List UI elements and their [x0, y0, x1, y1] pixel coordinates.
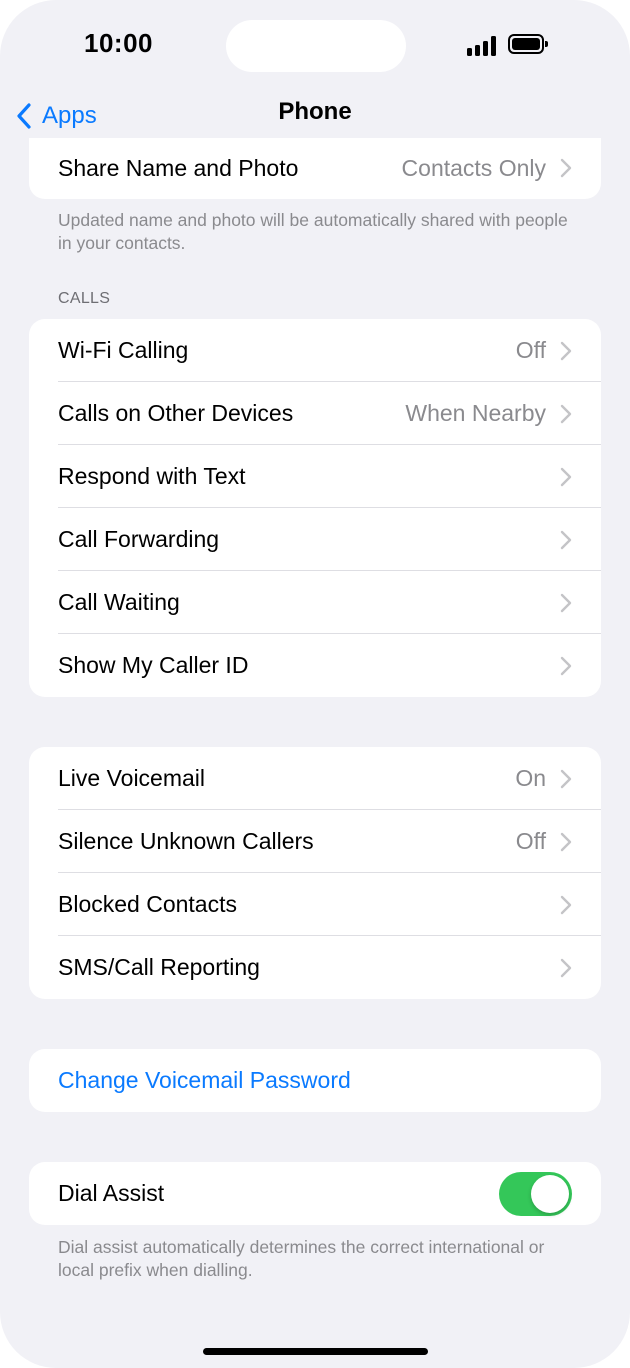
live-voicemail-row[interactable]: Live Voicemail On [29, 747, 601, 810]
blocked-contacts-row[interactable]: Blocked Contacts [29, 873, 601, 936]
silence-unknown-callers-row[interactable]: Silence Unknown Callers Off [29, 810, 601, 873]
home-indicator[interactable] [203, 1348, 428, 1355]
row-value: Off [515, 828, 546, 854]
navigation-bar: Apps Phone [0, 90, 630, 142]
row-value: When Nearby [405, 400, 546, 426]
calls-other-devices-row[interactable]: Calls on Other Devices When Nearby [29, 382, 601, 445]
row-label: Blocked Contacts [58, 891, 237, 917]
chevron-right-icon [560, 895, 572, 915]
chevron-right-icon [560, 467, 572, 487]
sms-call-reporting-row[interactable]: SMS/Call Reporting [29, 936, 601, 999]
chevron-right-icon [560, 958, 572, 978]
status-bar: 10:00 [0, 0, 630, 90]
calls-card: Wi-Fi Calling Off Calls on Other Devices… [29, 319, 601, 697]
share-footnote: Updated name and photo will be automatic… [58, 210, 568, 253]
page-title: Phone [278, 98, 352, 125]
row-label: Call Forwarding [58, 526, 220, 552]
row-label: Dial Assist [58, 1180, 165, 1206]
wifi-calling-row[interactable]: Wi-Fi Calling Off [29, 319, 601, 382]
row-label: Wi-Fi Calling [58, 337, 189, 363]
chevron-right-icon [560, 769, 572, 789]
dial-assist-footnote: Dial assist automatically determines the… [58, 1237, 545, 1280]
dynamic-island [226, 20, 406, 72]
toggle-knob [531, 1175, 569, 1213]
call-forwarding-row[interactable]: Call Forwarding [29, 508, 601, 571]
chevron-right-icon [560, 530, 572, 550]
row-value: On [515, 765, 546, 791]
share-name-photo-row[interactable]: Share Name and Photo Contacts Only [29, 138, 601, 199]
voicemail-card: Live Voicemail On Silence Unknown Caller… [29, 747, 601, 999]
row-label: Show My Caller ID [58, 652, 249, 678]
share-card: Share Name and Photo Contacts Only [29, 138, 601, 199]
change-voicemail-password-button[interactable]: Change Voicemail Password [29, 1049, 601, 1112]
status-time: 10:00 [84, 28, 153, 58]
cellular-signal-icon [467, 36, 499, 56]
dial-assist-row: Dial Assist [29, 1162, 601, 1225]
row-label: Calls on Other Devices [58, 400, 294, 426]
row-label: Silence Unknown Callers [58, 828, 314, 854]
section-header-calls: CALLS [58, 290, 111, 307]
battery-icon [508, 34, 548, 54]
row-value: Off [515, 337, 546, 363]
show-caller-id-row[interactable]: Show My Caller ID [29, 634, 601, 697]
call-waiting-row[interactable]: Call Waiting [29, 571, 601, 634]
chevron-right-icon [560, 832, 572, 852]
row-value: Contacts Only [401, 155, 546, 181]
chevron-right-icon [560, 158, 572, 178]
chevron-right-icon [560, 593, 572, 613]
row-label: Live Voicemail [58, 765, 206, 791]
row-label: SMS/Call Reporting [58, 954, 260, 980]
dial-assist-card: Dial Assist [29, 1162, 601, 1225]
chevron-right-icon [560, 404, 572, 424]
dial-assist-toggle[interactable] [499, 1172, 572, 1216]
row-label: Change Voicemail Password [58, 1067, 351, 1093]
row-label: Share Name and Photo [58, 155, 299, 181]
chevron-right-icon [560, 341, 572, 361]
phone-screen: 10:00 Apps Phone Share Name and Photo Co… [0, 0, 630, 1368]
row-label: Call Waiting [58, 589, 180, 615]
chevron-right-icon [560, 656, 572, 676]
respond-with-text-row[interactable]: Respond with Text [29, 445, 601, 508]
row-label: Respond with Text [58, 463, 246, 489]
change-voicemail-card: Change Voicemail Password [29, 1049, 601, 1112]
